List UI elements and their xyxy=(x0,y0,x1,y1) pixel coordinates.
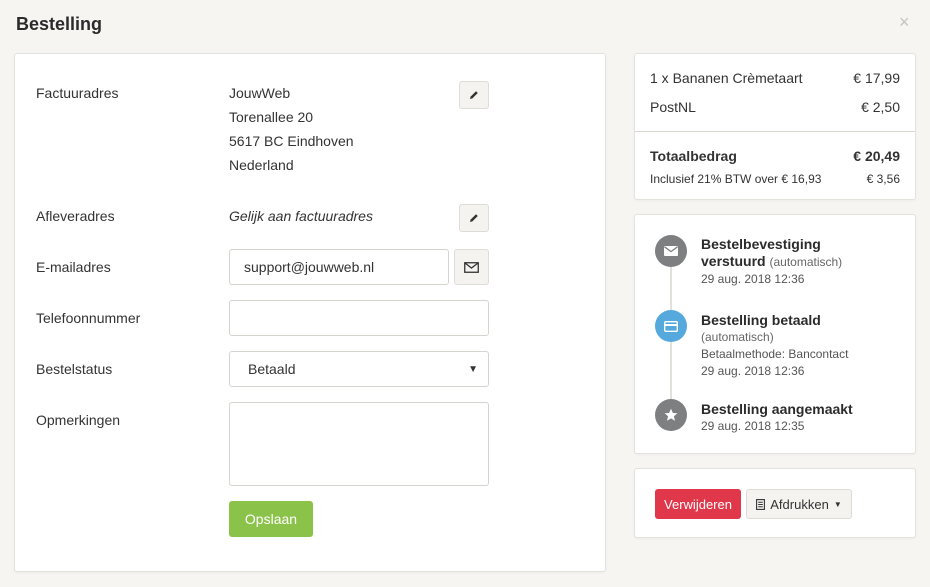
edit-delivery-button[interactable] xyxy=(459,204,489,232)
order-form-panel: Factuuradres JouwWeb Torenallee 20 5617 … xyxy=(14,53,606,572)
billing-line: Torenallee 20 xyxy=(229,109,314,125)
line-item-price: € 2,50 xyxy=(861,99,900,115)
total-value: € 20,49 xyxy=(853,148,900,164)
email-input[interactable] xyxy=(229,249,449,285)
vat-label: Inclusief 21% BTW over € 16,93 xyxy=(650,172,822,186)
credit-card-icon xyxy=(664,320,678,332)
billing-address: JouwWeb Torenallee 20 5617 BC Eindhoven … xyxy=(229,81,354,177)
line-item-price: € 17,99 xyxy=(853,70,900,86)
caret-down-icon: ▼ xyxy=(468,364,478,375)
line-item-name: 1 x Bananen Crèmetaart xyxy=(650,70,803,86)
phone-label: Telefoonnummer xyxy=(36,310,141,326)
phone-input[interactable] xyxy=(229,300,489,336)
close-icon[interactable]: × xyxy=(899,12,910,32)
line-item: PostNL € 2,50 xyxy=(650,99,900,115)
vat-row: Inclusief 21% BTW over € 16,93 € 3,56 xyxy=(650,172,900,186)
billing-line: Nederland xyxy=(229,157,294,173)
event-title: Bestelling betaald xyxy=(701,312,821,328)
status-select[interactable]: Betaald ▼ xyxy=(229,351,489,387)
event-date: 29 aug. 2018 12:36 xyxy=(701,364,805,378)
timeline-event: Bestelling betaald (automatisch) Betaalm… xyxy=(701,312,906,380)
status-selected-value: Betaald xyxy=(248,361,296,377)
event-title: Bestelbevestiging xyxy=(701,236,821,252)
send-email-button[interactable] xyxy=(454,249,489,285)
print-button[interactable]: Afdrukken ▼ xyxy=(746,489,852,519)
billing-address-label: Factuuradres xyxy=(36,85,119,101)
document-icon xyxy=(756,498,766,510)
notes-label: Opmerkingen xyxy=(36,412,121,428)
email-label: E-mailadres xyxy=(36,259,111,275)
envelope-icon xyxy=(464,261,479,273)
delete-button[interactable]: Verwijderen xyxy=(655,489,741,519)
caret-down-icon: ▼ xyxy=(833,499,842,509)
event-title: verstuurd xyxy=(701,253,766,269)
event-title: Bestelling aangemaakt xyxy=(701,401,853,417)
star-icon xyxy=(664,408,678,421)
event-date: 29 aug. 2018 12:36 xyxy=(701,272,805,286)
timeline-event: Bestelling aangemaakt 29 aug. 2018 12:35 xyxy=(701,401,906,435)
vat-value: € 3,56 xyxy=(866,172,900,186)
line-item: 1 x Bananen Crèmetaart € 17,99 xyxy=(650,70,900,86)
event-auto: (automatisch) xyxy=(701,330,774,344)
timeline-dot xyxy=(655,399,687,431)
order-timeline-panel: Bestelbevestiging verstuurd (automatisch… xyxy=(634,214,916,454)
billing-line: 5617 BC Eindhoven xyxy=(229,133,354,149)
print-label: Afdrukken xyxy=(770,496,829,512)
notes-textarea[interactable] xyxy=(229,402,489,486)
billing-line: JouwWeb xyxy=(229,85,291,101)
timeline-dot xyxy=(655,235,687,267)
edit-billing-button[interactable] xyxy=(459,81,489,109)
line-item-name: PostNL xyxy=(650,99,696,115)
divider xyxy=(635,131,915,132)
timeline-dot xyxy=(655,310,687,342)
event-method: Betaalmethode: Bancontact xyxy=(701,347,849,361)
total-label: Totaalbedrag xyxy=(650,148,737,164)
event-date: 29 aug. 2018 12:35 xyxy=(701,419,805,433)
timeline-event: Bestelbevestiging verstuurd (automatisch… xyxy=(701,236,906,288)
total-row: Totaalbedrag € 20,49 xyxy=(650,148,900,164)
delivery-address-value: Gelijk aan factuuradres xyxy=(229,208,373,224)
dialog-title: Bestelling xyxy=(16,14,103,34)
delivery-address-label: Afleveradres xyxy=(36,208,115,224)
order-summary-panel: 1 x Bananen Crèmetaart € 17,99 PostNL € … xyxy=(634,53,916,200)
status-label: Bestelstatus xyxy=(36,361,113,377)
order-actions-panel: Verwijderen Afdrukken ▼ xyxy=(634,468,916,538)
pencil-icon xyxy=(470,214,478,222)
event-auto: (automatisch) xyxy=(769,255,843,269)
pencil-icon xyxy=(470,91,478,99)
envelope-icon xyxy=(664,246,678,256)
save-button[interactable]: Opslaan xyxy=(229,501,313,537)
